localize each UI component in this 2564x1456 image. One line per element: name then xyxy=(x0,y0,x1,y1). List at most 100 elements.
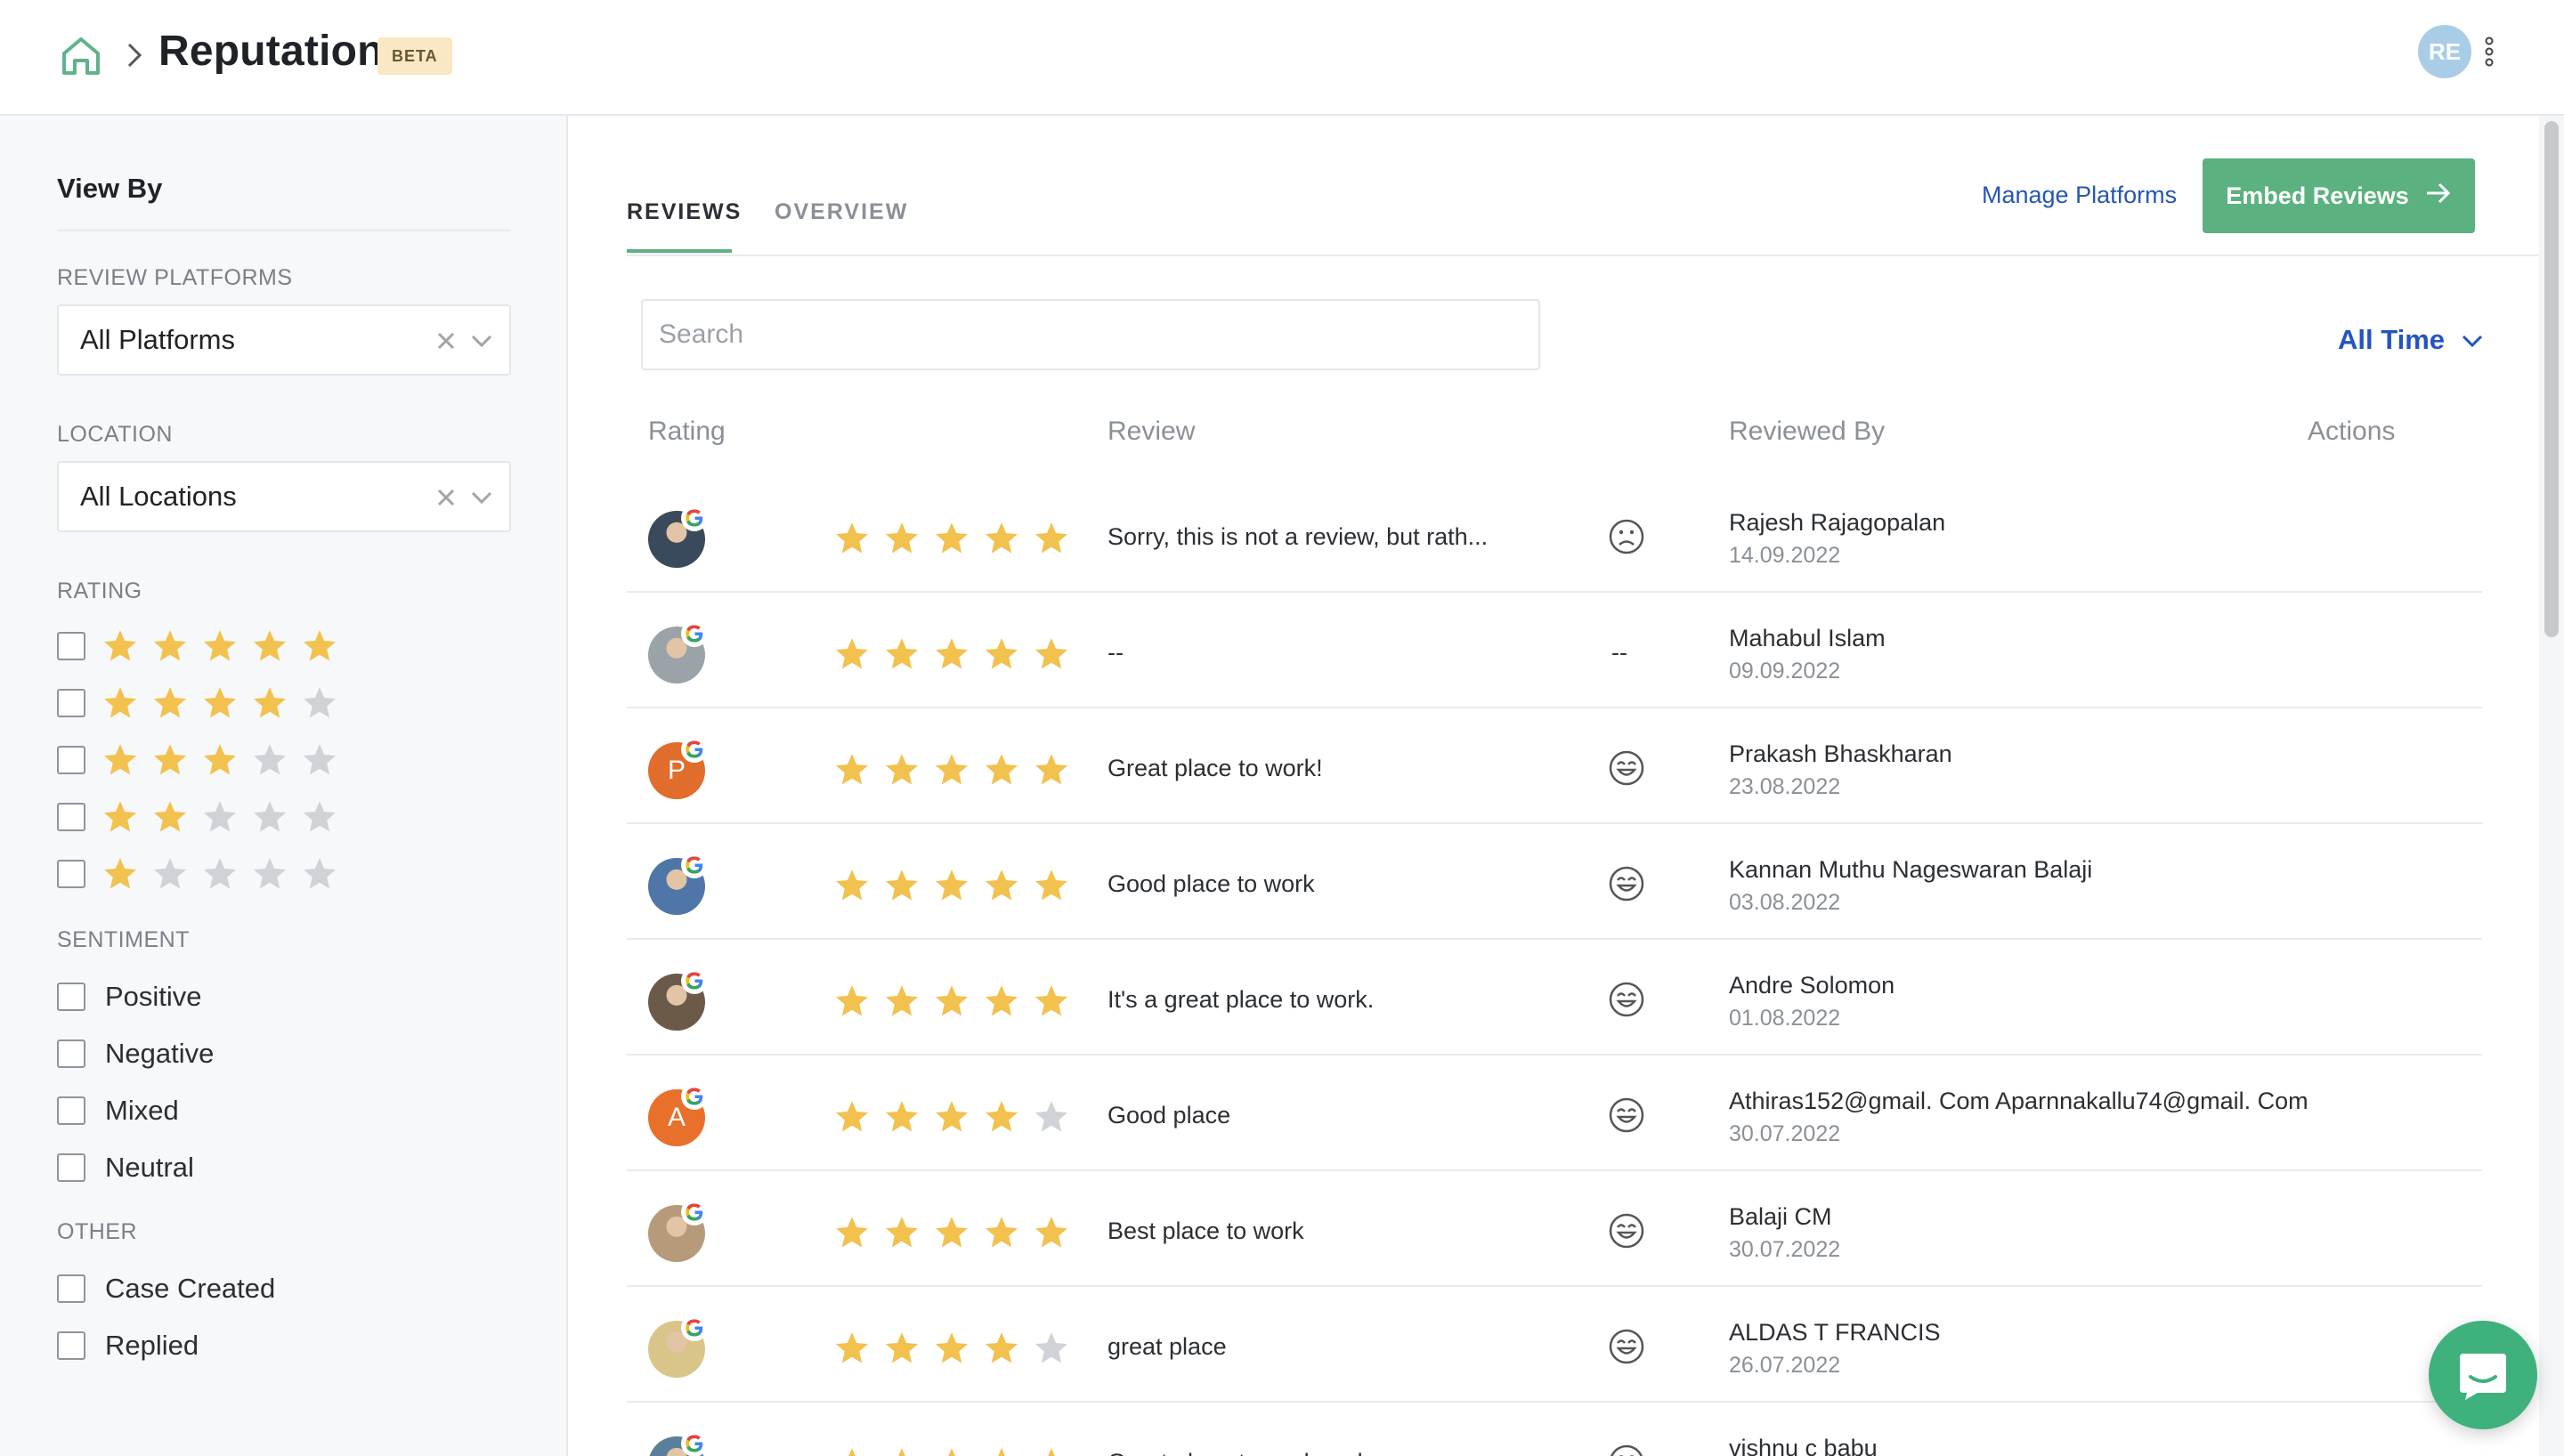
home-icon[interactable] xyxy=(59,34,103,78)
reviewer-name: Mahabul Islam xyxy=(1729,625,1886,651)
star-filled-icon xyxy=(985,1101,1018,1132)
time-filter-dropdown[interactable]: All Time xyxy=(2338,324,2484,356)
embed-reviews-label: Embed Reviews xyxy=(2226,182,2409,209)
star-filled-icon xyxy=(1035,754,1068,785)
platforms-select[interactable]: All Platforms xyxy=(57,304,511,376)
embed-reviews-button[interactable]: Embed Reviews xyxy=(2203,158,2475,233)
tab-reviews[interactable]: REVIEWS xyxy=(627,199,742,225)
review-row[interactable]: It's a great place to work. Andre Solomon… xyxy=(627,940,2482,1056)
checkbox[interactable] xyxy=(57,1331,85,1360)
divider xyxy=(57,230,511,231)
review-text: Sorry, this is not a review, but rath... xyxy=(1108,523,1489,550)
star-filled-icon xyxy=(985,985,1018,1016)
search-input[interactable] xyxy=(641,299,1540,370)
checkbox[interactable] xyxy=(57,689,85,717)
arrow-right-icon xyxy=(2425,182,2452,211)
star-filled-icon xyxy=(885,754,919,785)
checkbox[interactable] xyxy=(57,1274,85,1303)
rating-option-5[interactable] xyxy=(57,628,338,664)
review-row[interactable]: Best place to work Balaji CM 30.07.2022 xyxy=(627,1171,2482,1287)
review-text: great place xyxy=(1108,1333,1227,1360)
star-filled-icon xyxy=(1035,638,1068,669)
user-avatar[interactable]: RE xyxy=(2418,25,2471,78)
star-empty-icon xyxy=(253,858,287,889)
rating-option-3[interactable] xyxy=(57,742,338,778)
happy-face-icon xyxy=(1611,1444,1643,1456)
review-row[interactable]: Sorry, this is not a review, but rath...… xyxy=(627,477,2482,593)
review-text: It's a great place to work. xyxy=(1108,986,1375,1013)
review-date: 03.08.2022 xyxy=(1729,890,1841,915)
reviewer-avatar: A xyxy=(648,1083,708,1146)
review-text: Good place xyxy=(1108,1102,1231,1128)
star-filled-icon xyxy=(103,858,137,889)
checkbox[interactable] xyxy=(57,860,85,888)
star-rating xyxy=(833,635,1070,673)
rating-option-1[interactable] xyxy=(57,856,338,892)
reviewer-name: ALDAS T FRANCIS xyxy=(1729,1319,1941,1346)
star-filled-icon xyxy=(203,630,237,661)
rating-option-2[interactable] xyxy=(57,799,338,835)
checkbox[interactable] xyxy=(57,632,85,660)
sidebar-title: View By xyxy=(57,173,163,204)
review-row[interactable]: Great place to work and grow our career v… xyxy=(627,1403,2482,1456)
star-filled-icon xyxy=(935,522,969,554)
google-icon xyxy=(681,505,708,531)
star-filled-icon xyxy=(985,754,1018,785)
star-filled-icon xyxy=(153,801,187,832)
google-icon xyxy=(681,1314,708,1341)
star-filled-icon xyxy=(885,1217,919,1248)
checkbox[interactable] xyxy=(57,746,85,774)
checkbox[interactable] xyxy=(57,983,85,1011)
review-row[interactable]: -- -- Mahabul Islam 09.09.2022 xyxy=(627,593,2482,708)
star-rating xyxy=(101,684,338,722)
sentiment-option-mixed[interactable]: Mixed xyxy=(57,1093,179,1128)
other-option-case-created[interactable]: Case Created xyxy=(57,1271,275,1306)
star-rating xyxy=(833,751,1070,789)
rating-option-4[interactable] xyxy=(57,685,338,721)
location-select[interactable]: All Locations xyxy=(57,461,511,532)
star-filled-icon xyxy=(1035,870,1068,901)
kebab-menu-icon[interactable] xyxy=(2480,34,2498,69)
reviewer-avatar xyxy=(648,967,708,1031)
other-option-replied[interactable]: Replied xyxy=(57,1328,199,1363)
star-rating xyxy=(101,741,338,779)
review-date: 26.07.2022 xyxy=(1729,1353,1841,1378)
sentiment-option-neutral[interactable]: Neutral xyxy=(57,1150,194,1185)
reviewer-avatar: P xyxy=(648,736,708,799)
scrollbar-thumb[interactable] xyxy=(2544,121,2559,637)
checkbox[interactable] xyxy=(57,1096,85,1125)
star-filled-icon xyxy=(1035,1217,1068,1248)
review-row[interactable]: A Good place Athiras152@gmail. Com Aparnna… xyxy=(627,1056,2482,1171)
chevron-down-icon[interactable] xyxy=(470,331,493,351)
sentiment-option-negative[interactable]: Negative xyxy=(57,1036,214,1072)
review-row[interactable]: P Great place to work! Prakash Bhaskharan 2… xyxy=(627,708,2482,824)
star-filled-icon xyxy=(885,1332,919,1363)
review-row[interactable]: great place ALDAS T FRANCIS 26.07.2022 xyxy=(627,1287,2482,1403)
star-filled-icon xyxy=(848,1448,856,1456)
review-row[interactable]: Good place to work Kannan Muthu Nageswara… xyxy=(627,824,2482,940)
star-filled-icon xyxy=(935,1217,969,1248)
checkbox[interactable] xyxy=(57,1153,85,1182)
star-filled-icon xyxy=(985,1217,1018,1248)
sentiment-option-positive[interactable]: Positive xyxy=(57,979,202,1015)
checkbox[interactable] xyxy=(57,803,85,831)
review-text: Great place to work! xyxy=(1108,755,1323,781)
star-filled-icon xyxy=(1035,985,1068,1016)
divider xyxy=(627,255,2539,256)
happy-face-icon xyxy=(1609,1097,1644,1133)
checkbox[interactable] xyxy=(57,1039,85,1068)
review-text: -- xyxy=(1108,639,1124,666)
star-filled-icon xyxy=(885,870,919,901)
review-text: Good place to work xyxy=(1108,870,1315,897)
review-date: 01.08.2022 xyxy=(1729,1006,1841,1031)
star-empty-icon xyxy=(253,744,287,775)
chevron-down-icon[interactable] xyxy=(470,488,493,507)
tab-overview[interactable]: OVERVIEW xyxy=(775,199,908,225)
manage-platforms-link[interactable]: Manage Platforms xyxy=(1982,182,2177,209)
star-rating xyxy=(833,983,1070,1020)
clear-icon[interactable] xyxy=(434,329,458,352)
star-empty-icon xyxy=(1035,1332,1068,1363)
clear-icon[interactable] xyxy=(434,486,458,509)
chat-bubble-icon[interactable] xyxy=(2429,1321,2537,1429)
star-filled-icon xyxy=(153,630,187,661)
